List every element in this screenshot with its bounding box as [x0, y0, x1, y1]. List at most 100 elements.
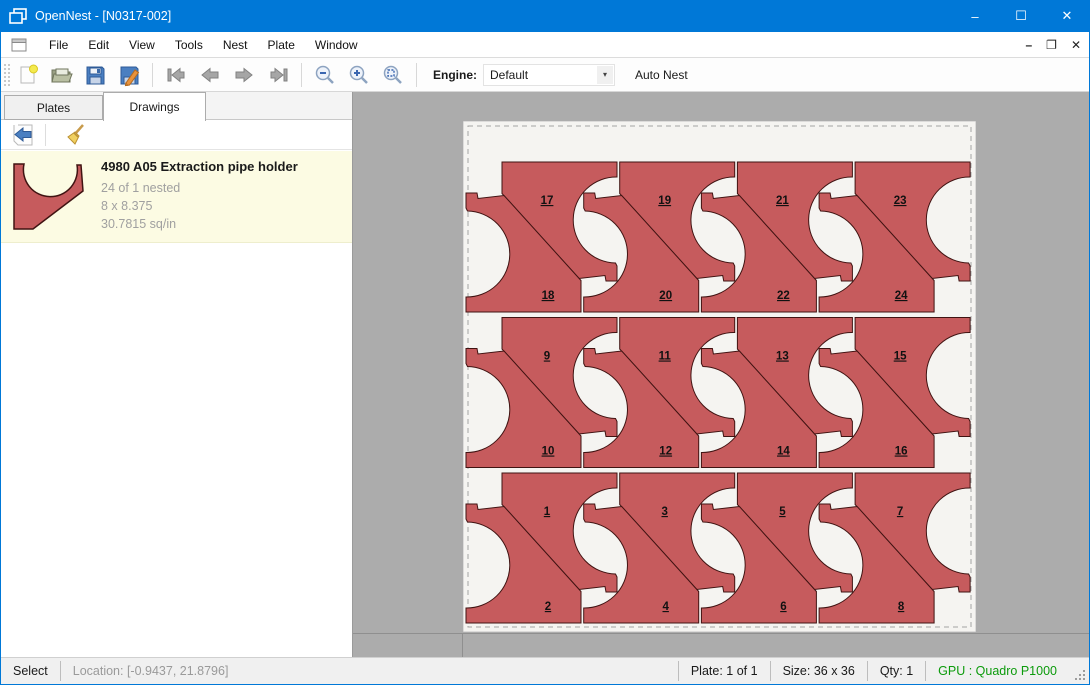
part-number-label: 17 — [541, 195, 554, 207]
main-toolbar: Engine: Default ▾ Auto Nest — [1, 58, 1089, 92]
tab-plates[interactable]: Plates — [4, 95, 103, 120]
last-plate-button[interactable] — [263, 61, 293, 89]
close-button[interactable]: ✕ — [1044, 0, 1090, 32]
previous-arrow-icon — [198, 63, 222, 87]
toolbar-separator — [301, 63, 302, 87]
import-drawing-icon — [11, 123, 37, 147]
part-number-label: 21 — [776, 195, 789, 207]
menu-plate[interactable]: Plate — [258, 32, 305, 58]
part-number-label: 1 — [544, 506, 551, 518]
zoom-in-button[interactable] — [344, 61, 374, 89]
new-file-icon — [15, 63, 39, 87]
status-bar: Select Location: [-0.9437, 21.8796] Plat… — [1, 657, 1089, 684]
status-location: Location: [-0.9437, 21.8796] — [61, 662, 241, 680]
previous-plate-button[interactable] — [195, 61, 225, 89]
first-plate-button[interactable] — [161, 61, 191, 89]
drawing-nested-count: 24 of 1 nested — [101, 179, 298, 197]
part-number-label: 12 — [659, 446, 672, 458]
part-number-label: 20 — [659, 290, 672, 302]
left-panel: Plates Drawings — [1, 92, 353, 657]
title-bar: OpenNest - [N0317-002] – ☐ ✕ — [0, 0, 1090, 32]
toolbar-grip[interactable] — [4, 64, 10, 86]
menu-edit[interactable]: Edit — [78, 32, 119, 58]
mdi-document-icon[interactable] — [11, 38, 27, 52]
menu-bar: File Edit View Tools Nest Plate Window –… — [1, 32, 1089, 58]
next-plate-button[interactable] — [229, 61, 259, 89]
engine-value: Default — [484, 68, 597, 82]
part-number-label: 3 — [661, 506, 667, 518]
part-number-label: 23 — [894, 195, 907, 207]
part-number-label: 5 — [779, 506, 786, 518]
last-arrow-icon — [266, 63, 290, 87]
status-mode: Select — [1, 662, 60, 680]
drawing-dimensions: 8 x 8.375 — [101, 197, 298, 215]
first-arrow-icon — [164, 63, 188, 87]
status-plate: Plate: 1 of 1 — [679, 662, 770, 680]
part-number-label: 10 — [542, 446, 555, 458]
scrollbar-divider — [353, 633, 1089, 634]
mdi-restore-button[interactable]: ❐ — [1046, 32, 1057, 58]
zoom-in-icon — [347, 63, 371, 87]
part-number-label: 2 — [545, 601, 551, 613]
engine-label: Engine: — [433, 68, 477, 82]
mdi-close-button[interactable]: ✕ — [1071, 32, 1081, 58]
part-number-label: 4 — [662, 601, 669, 613]
tab-drawings[interactable]: Drawings — [103, 92, 206, 121]
broom-icon — [63, 123, 87, 147]
part-number-label: 19 — [658, 195, 671, 207]
drawing-title: 4980 A05 Extraction pipe holder — [101, 159, 298, 174]
mdi-minimize-button[interactable]: – — [1025, 32, 1032, 58]
clear-drawings-button[interactable] — [60, 122, 90, 148]
zoom-out-button[interactable] — [310, 61, 340, 89]
part-number-label: 11 — [659, 351, 672, 363]
engine-dropdown-arrow[interactable]: ▾ — [597, 66, 613, 84]
save-as-button[interactable] — [114, 61, 144, 89]
part-number-label: 15 — [894, 351, 907, 363]
scrollbar-corner-divider — [462, 633, 463, 657]
app-icon — [9, 8, 27, 24]
save-icon — [83, 63, 107, 87]
toolbar-separator — [416, 63, 417, 87]
open-file-button[interactable] — [46, 61, 76, 89]
part-number-label: 9 — [544, 351, 550, 363]
window-title: OpenNest - [N0317-002] — [35, 9, 171, 23]
nest-canvas[interactable]: 171819202122232491011121314151612345678 — [353, 92, 1089, 657]
status-size: Size: 36 x 36 — [771, 662, 867, 680]
part-number-label: 14 — [777, 446, 790, 458]
menu-window[interactable]: Window — [305, 32, 368, 58]
auto-nest-button[interactable]: Auto Nest — [627, 65, 696, 85]
zoom-out-icon — [313, 63, 337, 87]
drawing-area: 30.7815 sq/in — [101, 215, 298, 233]
save-button[interactable] — [80, 61, 110, 89]
part-number-label: 24 — [895, 290, 908, 302]
panel-toolbar-separator — [45, 124, 46, 146]
part-number-label: 18 — [542, 290, 555, 302]
plate-view[interactable]: 171819202122232491011121314151612345678 — [463, 121, 976, 632]
part-number-label: 16 — [895, 446, 908, 458]
next-arrow-icon — [232, 63, 256, 87]
engine-combobox[interactable]: Default ▾ — [483, 64, 615, 86]
zoom-fit-button[interactable] — [378, 61, 408, 89]
minimize-button[interactable]: – — [952, 0, 998, 32]
resize-grip[interactable] — [1073, 668, 1087, 682]
drawing-list-item[interactable]: 4980 A05 Extraction pipe holder 24 of 1 … — [1, 151, 352, 243]
part-number-label: 8 — [898, 601, 905, 613]
menu-file[interactable]: File — [39, 32, 78, 58]
app-window: OpenNest - [N0317-002] – ☐ ✕ File Edit V… — [0, 0, 1090, 685]
zoom-fit-icon — [381, 63, 405, 87]
menu-view[interactable]: View — [119, 32, 165, 58]
menu-nest[interactable]: Nest — [213, 32, 258, 58]
maximize-button[interactable]: ☐ — [998, 0, 1044, 32]
new-file-button[interactable] — [12, 61, 42, 89]
part-number-label: 22 — [777, 290, 790, 302]
import-drawing-button[interactable] — [9, 122, 39, 148]
part-number-label: 6 — [780, 601, 786, 613]
drawings-toolbar — [1, 120, 352, 150]
toolbar-separator — [152, 63, 153, 87]
status-gpu: GPU : Quadro P1000 — [926, 662, 1069, 680]
menu-tools[interactable]: Tools — [165, 32, 213, 58]
part-number-label: 13 — [776, 351, 789, 363]
status-qty: Qty: 1 — [868, 662, 925, 680]
content-area: Plates Drawings — [1, 92, 1089, 657]
open-folder-icon — [49, 63, 73, 87]
